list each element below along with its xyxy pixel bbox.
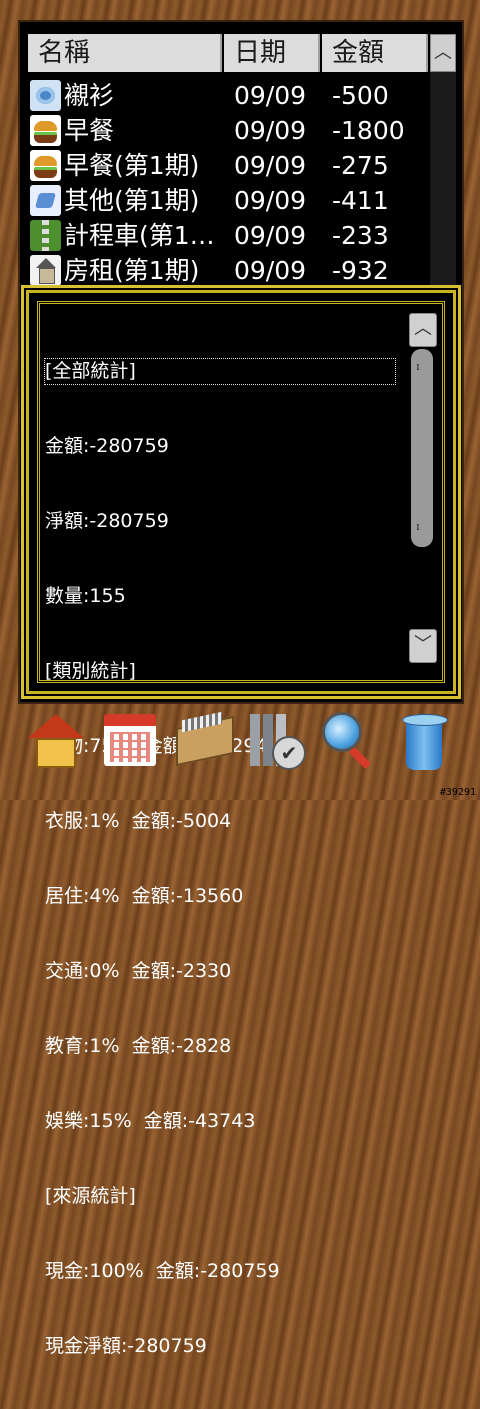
stat-line: 交通:0% 金額:-2330 bbox=[45, 960, 232, 982]
row-date: 09/09 bbox=[234, 256, 307, 285]
row-amount: -500 bbox=[332, 81, 389, 110]
stat-line: [全部統計] bbox=[44, 358, 396, 385]
stat-line: 現金:100% 金額:-280759 bbox=[45, 1260, 280, 1282]
shirt-icon bbox=[30, 80, 61, 111]
stat-line: 淨額:-280759 bbox=[45, 510, 169, 532]
row-date: 09/09 bbox=[234, 151, 307, 180]
row-amount: -411 bbox=[332, 186, 389, 215]
row-amount: -275 bbox=[332, 151, 389, 180]
home-icon[interactable] bbox=[26, 710, 86, 772]
row-name: 其他(第1期) bbox=[64, 186, 200, 215]
table-scrollbar[interactable] bbox=[430, 34, 456, 288]
trash-icon[interactable] bbox=[392, 710, 452, 772]
chevron-up-icon: ︿ bbox=[414, 318, 432, 339]
table-row[interactable]: 襯衫 09/09 -500 bbox=[28, 78, 428, 113]
stats-text: [全部統計] 金額:-280759 淨額:-280759 數量:155 [類別統… bbox=[44, 309, 405, 1409]
row-date: 09/09 bbox=[234, 116, 307, 145]
row-name: 襯衫 bbox=[64, 81, 115, 110]
road-icon bbox=[30, 220, 61, 251]
table-row[interactable]: 早餐(第1期) 09/09 -275 bbox=[28, 148, 428, 183]
table-row[interactable]: 計程車(第1… 09/09 -233 bbox=[28, 218, 428, 253]
search-icon[interactable] bbox=[318, 710, 378, 772]
other-icon bbox=[30, 185, 61, 216]
stat-line: 教育:1% 金額:-2828 bbox=[45, 1035, 232, 1057]
bottom-toolbar bbox=[20, 704, 460, 780]
stats-scroll-up-button[interactable]: ︿ bbox=[409, 313, 437, 347]
stat-line: [類別統計] bbox=[45, 660, 136, 682]
table-row[interactable]: 其他(第1期) 09/09 -411 bbox=[28, 183, 428, 218]
row-amount: -1800 bbox=[332, 116, 405, 145]
stat-line: 居住:4% 金額:-13560 bbox=[45, 885, 244, 907]
row-date: 09/09 bbox=[234, 221, 307, 250]
calendar-icon[interactable] bbox=[100, 710, 160, 772]
row-name: 房租(第1期) bbox=[64, 256, 200, 285]
stat-line: 金額:-280759 bbox=[45, 435, 169, 457]
header-name[interactable]: 名稱 bbox=[28, 34, 222, 72]
table-row[interactable]: 房租(第1期) 09/09 -932 bbox=[28, 253, 428, 288]
chevron-down-icon: ﹀ bbox=[414, 634, 432, 655]
stat-line: 衣服:1% 金額:-5004 bbox=[45, 810, 232, 832]
stat-line: 數量:155 bbox=[45, 585, 126, 607]
stats-scroll-thumb[interactable] bbox=[411, 349, 433, 547]
chart-check-icon[interactable] bbox=[246, 710, 306, 772]
row-name: 計程車(第1… bbox=[64, 221, 215, 250]
table-scroll-up-button[interactable]: ︿ bbox=[430, 34, 456, 72]
stats-panel: [全部統計] 金額:-280759 淨額:-280759 數量:155 [類別統… bbox=[26, 290, 456, 1357]
row-date: 09/09 bbox=[234, 81, 307, 110]
stat-line: 娛樂:15% 金額:-43743 bbox=[45, 1110, 256, 1132]
expense-table: 名稱 日期 金額 襯衫 09/09 -500 早餐 09/09 -1800 早餐… bbox=[28, 34, 428, 288]
chevron-up-icon: ︿ bbox=[434, 42, 452, 63]
header-date[interactable]: 日期 bbox=[224, 34, 320, 72]
row-name: 早餐 bbox=[64, 116, 115, 145]
records-icon[interactable] bbox=[172, 710, 232, 772]
stats-scrollbar[interactable]: ︿ ﹀ bbox=[409, 313, 437, 663]
stats-scroll-down-button[interactable]: ﹀ bbox=[409, 629, 437, 663]
header-amount[interactable]: 金額 bbox=[322, 34, 428, 72]
burger-icon bbox=[30, 150, 61, 181]
table-row[interactable]: 早餐 09/09 -1800 bbox=[28, 113, 428, 148]
row-date: 09/09 bbox=[234, 186, 307, 215]
house-icon bbox=[30, 255, 61, 286]
corner-code: #39291 bbox=[439, 787, 476, 798]
stat-line: [來源統計] bbox=[45, 1185, 136, 1207]
burger-icon bbox=[30, 115, 61, 146]
row-amount: -932 bbox=[332, 256, 389, 285]
row-name: 早餐(第1期) bbox=[64, 151, 200, 180]
row-amount: -233 bbox=[332, 221, 389, 250]
stat-line: 現金淨額:-280759 bbox=[45, 1335, 207, 1357]
